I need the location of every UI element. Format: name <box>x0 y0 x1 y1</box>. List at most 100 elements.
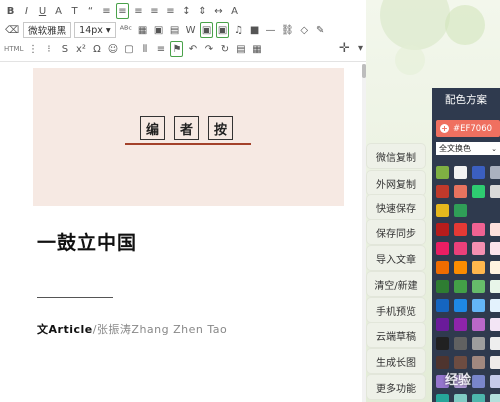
wechat-copy-button[interactable]: 微信复制 <box>367 144 425 168</box>
text-style-icon[interactable]: T <box>68 3 81 19</box>
flag-icon[interactable]: ⚑ <box>170 41 184 57</box>
align-justify-icon[interactable]: ≡ <box>148 3 161 19</box>
redo-disabled-icon[interactable]: ↻ <box>218 41 231 57</box>
color-swatch[interactable] <box>454 318 467 331</box>
image-left-icon[interactable]: ▣ <box>200 22 214 38</box>
paragraph-spacing-icon[interactable]: ⇕ <box>196 3 209 19</box>
color-swatch[interactable] <box>490 185 500 198</box>
color-swatch[interactable] <box>436 242 449 255</box>
toolbar-collapse-icon[interactable]: ▾ <box>354 40 367 56</box>
save-sync-button[interactable]: 保存同步 <box>367 220 425 244</box>
image-right-icon[interactable]: ▣ <box>216 22 230 38</box>
color-swatch[interactable] <box>436 204 449 217</box>
color-swatch[interactable] <box>472 280 485 293</box>
color-swatch[interactable] <box>454 204 467 217</box>
move-icon[interactable]: ✛ <box>338 40 351 56</box>
emoji-icon[interactable]: ☺ <box>106 41 119 57</box>
color-swatch[interactable] <box>436 185 449 198</box>
color-swatch[interactable] <box>436 299 449 312</box>
clear-new-button[interactable]: 清空/新建 <box>367 272 425 296</box>
quick-save-button[interactable]: 快速保存 <box>367 195 425 219</box>
color-swatch[interactable] <box>436 280 449 293</box>
word-import-icon[interactable]: W <box>184 22 197 38</box>
superscript-icon[interactable]: x² <box>74 41 87 57</box>
horizontal-line-icon[interactable]: — <box>264 22 277 38</box>
format-painter-icon[interactable]: ⌫ <box>4 22 20 38</box>
link-icon[interactable]: ⛓ <box>280 22 295 38</box>
align-icon[interactable]: ≡ <box>154 41 167 57</box>
color-swatch[interactable] <box>490 261 500 274</box>
color-swatch[interactable] <box>436 166 449 179</box>
current-color-field[interactable]: + #EF7060 <box>436 120 500 137</box>
color-swatch[interactable] <box>472 166 485 179</box>
color-swatch[interactable] <box>454 299 467 312</box>
color-swatch[interactable] <box>454 261 467 274</box>
ordered-list-icon[interactable]: ⋮ <box>26 41 39 57</box>
color-swatch[interactable] <box>472 318 485 331</box>
color-swatch[interactable] <box>472 337 485 350</box>
columns-icon[interactable]: ⫴ <box>138 41 151 57</box>
more-functions-button[interactable]: 更多功能 <box>367 375 425 399</box>
color-swatch[interactable] <box>454 223 467 236</box>
add-color-icon[interactable]: + <box>440 124 449 133</box>
magic-wand-icon[interactable]: ✎ <box>314 22 327 38</box>
redo-icon[interactable]: ↷ <box>202 41 215 57</box>
color-swatch[interactable] <box>472 242 485 255</box>
mobile-preview-button[interactable]: 手机预览 <box>367 298 425 322</box>
scroll-thumb[interactable] <box>362 64 366 78</box>
html-source-button[interactable]: HTML <box>4 45 23 53</box>
undo-icon[interactable]: ↶ <box>186 41 199 57</box>
color-swatch[interactable] <box>472 261 485 274</box>
color-swatch[interactable] <box>436 223 449 236</box>
box-icon[interactable]: ▢ <box>122 41 135 57</box>
image-icon[interactable]: ▤ <box>168 22 181 38</box>
color-swatch[interactable] <box>490 318 500 331</box>
color-swatch[interactable] <box>490 166 500 179</box>
underline-button[interactable]: U <box>36 3 49 19</box>
fullscreen-icon[interactable]: ▦ <box>250 41 263 57</box>
bold-button[interactable]: B <box>4 3 17 19</box>
align-right-icon[interactable]: ≡ <box>132 3 145 19</box>
clear-format-icon[interactable]: A <box>228 3 241 19</box>
font-family-select[interactable]: 微软雅黑 <box>23 22 72 38</box>
eraser-icon[interactable]: ◇ <box>298 22 311 38</box>
color-swatch[interactable] <box>436 261 449 274</box>
music-icon[interactable]: ♫ <box>232 22 245 38</box>
italic-button[interactable]: I <box>20 3 33 19</box>
video-icon[interactable]: ■ <box>248 22 261 38</box>
color-swatch[interactable] <box>436 318 449 331</box>
long-image-button[interactable]: 生成长图 <box>367 349 425 373</box>
strikethrough-icon[interactable]: S <box>58 41 71 57</box>
editor-scrollbar[interactable] <box>362 64 366 402</box>
color-swatch[interactable] <box>454 280 467 293</box>
color-swatch[interactable] <box>454 242 467 255</box>
spellcheck-icon[interactable]: ᴬᴮᶜ <box>119 22 133 38</box>
align-center-icon[interactable]: ≡ <box>116 3 129 19</box>
external-copy-button[interactable]: 外网复制 <box>367 171 425 195</box>
unordered-list-icon[interactable]: ⁝ <box>42 41 55 57</box>
color-swatch[interactable] <box>490 337 500 350</box>
color-swatch[interactable] <box>490 242 500 255</box>
color-swatch[interactable] <box>436 337 449 350</box>
color-swatch[interactable] <box>490 223 500 236</box>
color-swatch[interactable] <box>454 337 467 350</box>
quote-icon[interactable]: “ <box>84 3 97 19</box>
color-swatch[interactable] <box>472 299 485 312</box>
font-size-select[interactable]: 14px ▾ <box>74 22 116 38</box>
color-mode-select[interactable]: 全文换色 ⌄ <box>436 142 500 155</box>
preview-icon[interactable]: ▤ <box>234 41 247 57</box>
color-swatch[interactable] <box>454 185 467 198</box>
special-char-icon[interactable]: Ω <box>90 41 103 57</box>
color-swatch[interactable] <box>472 223 485 236</box>
indent-icon[interactable]: ≡ <box>164 3 177 19</box>
color-swatch[interactable] <box>490 280 500 293</box>
font-color-icon[interactable]: A <box>52 3 65 19</box>
cloud-draft-button[interactable]: 云端草稿 <box>367 323 425 347</box>
letter-spacing-icon[interactable]: ↔ <box>212 3 225 19</box>
color-swatch[interactable] <box>454 166 467 179</box>
color-swatch[interactable] <box>472 185 485 198</box>
color-swatch[interactable] <box>490 299 500 312</box>
table-icon[interactable]: ▦ <box>136 22 149 38</box>
list-icon[interactable]: ≡ <box>100 3 113 19</box>
image-icon[interactable]: ▣ <box>152 22 165 38</box>
